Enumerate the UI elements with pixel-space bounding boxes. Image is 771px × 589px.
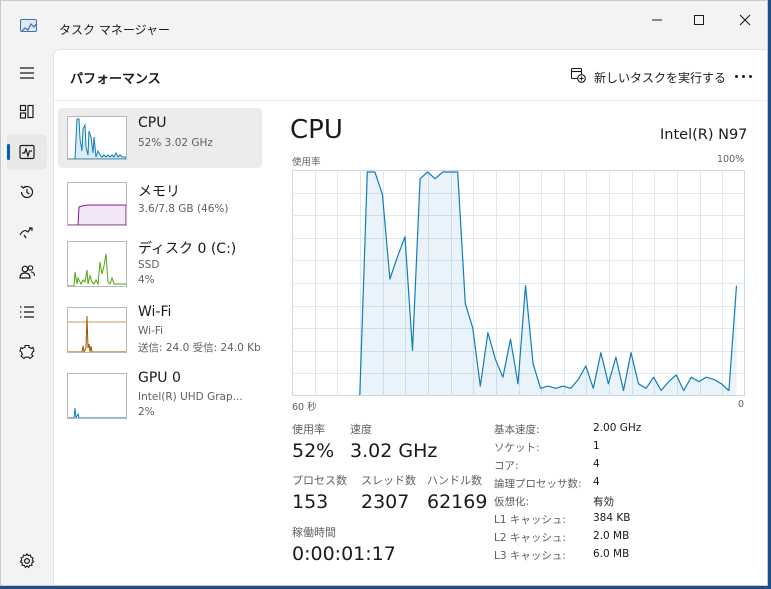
resource-gpu[interactable]: GPU 0 Intel(R) UHD Grap... 2% (58, 365, 262, 425)
usage-label: 使用率 (292, 423, 325, 436)
gpu-thumbnail-graph (67, 373, 127, 419)
spec-value: 2.0 MB (593, 530, 630, 542)
nav-processes[interactable] (7, 94, 47, 130)
spec-label: L1 キャッシュ: (494, 514, 566, 526)
resource-detail: Wi-Fi (138, 325, 164, 337)
navigation-rail (1, 41, 53, 585)
task-manager-app-icon (20, 19, 37, 32)
resource-name: GPU 0 (138, 370, 181, 386)
resource-name: Wi-Fi (138, 304, 172, 320)
graph-y-label: 使用率 (292, 157, 321, 168)
performance-icon (19, 144, 35, 160)
resource-detail: SSD (138, 259, 160, 271)
graph-y-max: 100% (717, 154, 745, 165)
spec-value: 4 (593, 476, 600, 488)
resource-detail: 52% 3.02 GHz (138, 137, 213, 149)
processes-label: プロセス数 (292, 474, 347, 487)
spec-label: 仮想化: (494, 496, 530, 508)
cpu-model-name: Intel(R) N97 (660, 127, 748, 143)
nav-users[interactable] (7, 254, 47, 290)
detail-title: CPU (290, 115, 343, 145)
nav-app-history[interactable] (7, 174, 47, 210)
spec-value: 4 (593, 458, 600, 470)
disk-thumbnail-graph (67, 241, 127, 287)
handles-label: ハンドル数 (427, 474, 482, 487)
spec-value: 384 KB (593, 512, 631, 524)
minimize-icon (652, 19, 662, 21)
maximize-button[interactable] (679, 1, 719, 41)
details-icon (20, 306, 34, 318)
spec-value: 2.00 GHz (593, 422, 642, 434)
spec-value: 有効 (593, 496, 614, 508)
resource-detail: Intel(R) UHD Grap... (138, 391, 243, 403)
uptime-label: 稼働時間 (292, 526, 336, 539)
spec-label: ソケット: (494, 442, 540, 454)
threads-label: スレッド数 (361, 474, 416, 487)
page-title: パフォーマンス (70, 72, 161, 87)
menu-icon (20, 67, 34, 79)
uptime-value: 0:00:01:17 (292, 543, 396, 565)
hamburger-menu-button[interactable] (7, 55, 47, 91)
resource-detail: 送信: 24.0 受信: 24.0 Kb (138, 342, 261, 354)
processes-icon (19, 104, 34, 119)
handles-value: 62169 (427, 491, 488, 513)
resource-detail: 4% (138, 274, 155, 286)
spec-value: 1 (593, 440, 600, 452)
resource-detail: 2% (138, 406, 155, 418)
nav-details[interactable] (7, 294, 47, 330)
cpu-thumbnail-graph (67, 116, 127, 160)
graph-x-label: 60 秒 (292, 402, 317, 413)
speed-value: 3.02 GHz (350, 440, 438, 462)
title-bar: タスク マネージャー (1, 1, 767, 41)
resource-wifi[interactable]: Wi-Fi Wi-Fi 送信: 24.0 受信: 24.0 Kb (58, 299, 262, 359)
performance-panel: パフォーマンス 新しいタスクを実行する CPU 52% 3.02 GHz メモリ… (53, 49, 767, 585)
resource-cpu[interactable]: CPU 52% 3.02 GHz (58, 108, 262, 168)
window-title: タスク マネージャー (59, 23, 170, 37)
app-history-icon (20, 185, 34, 199)
run-new-task-icon (570, 67, 586, 83)
task-manager-window: タスク マネージャー パフォーマンス 新しいタスクを実行する CPU 52% 3… (0, 0, 768, 586)
usage-value: 52% (292, 440, 335, 462)
header-divider (54, 100, 767, 101)
spec-value: 6.0 MB (593, 548, 630, 560)
spec-label: 論理プロセッサ数: (494, 478, 582, 490)
users-icon (19, 265, 36, 279)
maximize-icon (694, 15, 704, 25)
resource-name: ディスク 0 (C:) (138, 241, 237, 257)
run-new-task-label: 新しいタスクを実行する (594, 71, 727, 85)
close-icon (739, 14, 751, 26)
memory-thumbnail-graph (67, 182, 127, 226)
minimize-button[interactable] (637, 1, 677, 41)
wifi-thumbnail-graph (67, 307, 127, 353)
resource-detail: 3.6/7.8 GB (46%) (138, 203, 229, 215)
processes-value: 153 (292, 491, 329, 513)
resource-name: CPU (138, 115, 167, 131)
graph-x-min: 0 (738, 399, 745, 410)
startup-apps-icon (19, 227, 33, 239)
spec-label: 基本速度: (494, 424, 540, 436)
nav-startup-apps[interactable] (7, 214, 47, 250)
more-options-button[interactable] (730, 64, 758, 88)
spec-label: コア: (494, 460, 519, 472)
close-button[interactable] (725, 1, 765, 41)
nav-services[interactable] (7, 334, 47, 370)
cpu-usage-graph (292, 170, 745, 396)
spec-label: L3 キャッシュ: (494, 550, 566, 562)
nav-settings[interactable] (7, 543, 47, 579)
more-icon (735, 75, 738, 78)
resource-disk[interactable]: ディスク 0 (C:) SSD 4% (58, 233, 262, 293)
services-icon (19, 344, 35, 360)
nav-performance[interactable] (7, 134, 47, 170)
settings-icon (19, 552, 35, 569)
spec-label: L2 キャッシュ: (494, 532, 566, 544)
threads-value: 2307 (361, 491, 410, 513)
resource-memory[interactable]: メモリ 3.6/7.8 GB (46%) (58, 174, 262, 234)
resource-name: メモリ (138, 184, 180, 200)
speed-label: 速度 (350, 423, 372, 436)
